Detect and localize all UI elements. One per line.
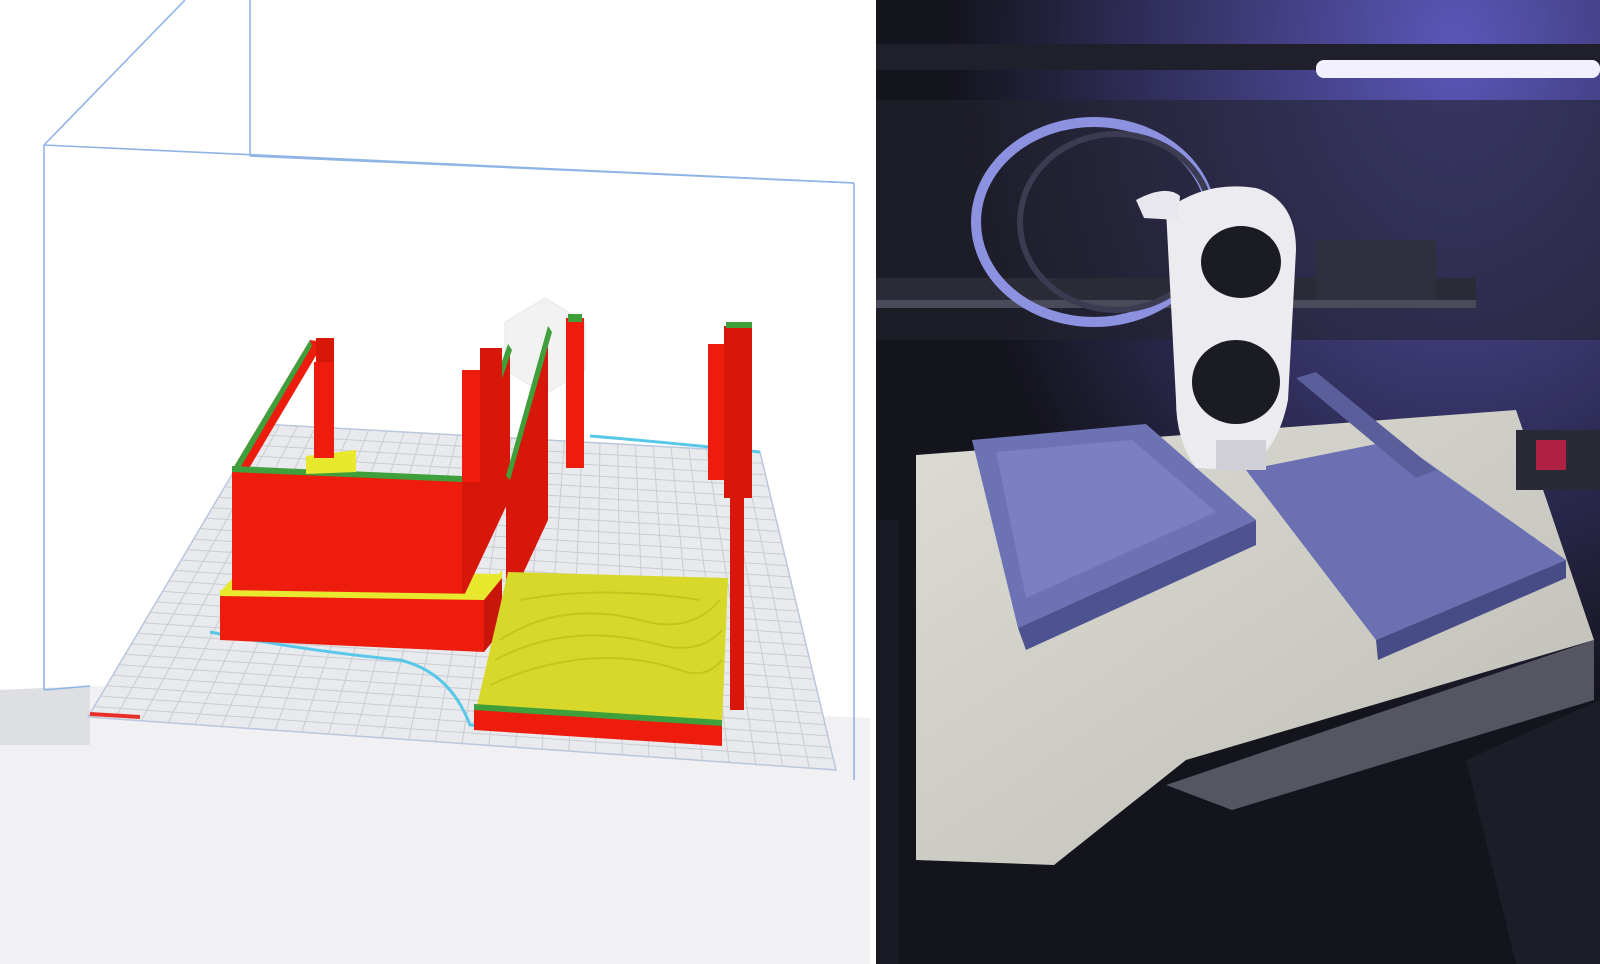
left-box-part: [220, 338, 512, 652]
slicer-preview-image: [0, 0, 870, 964]
printer-photo-image: [876, 0, 1600, 964]
figure: [0, 0, 1600, 964]
light-bar: [1316, 60, 1600, 78]
printer-photo-panel: [876, 0, 1600, 964]
slicer-preview-panel: [0, 0, 876, 964]
